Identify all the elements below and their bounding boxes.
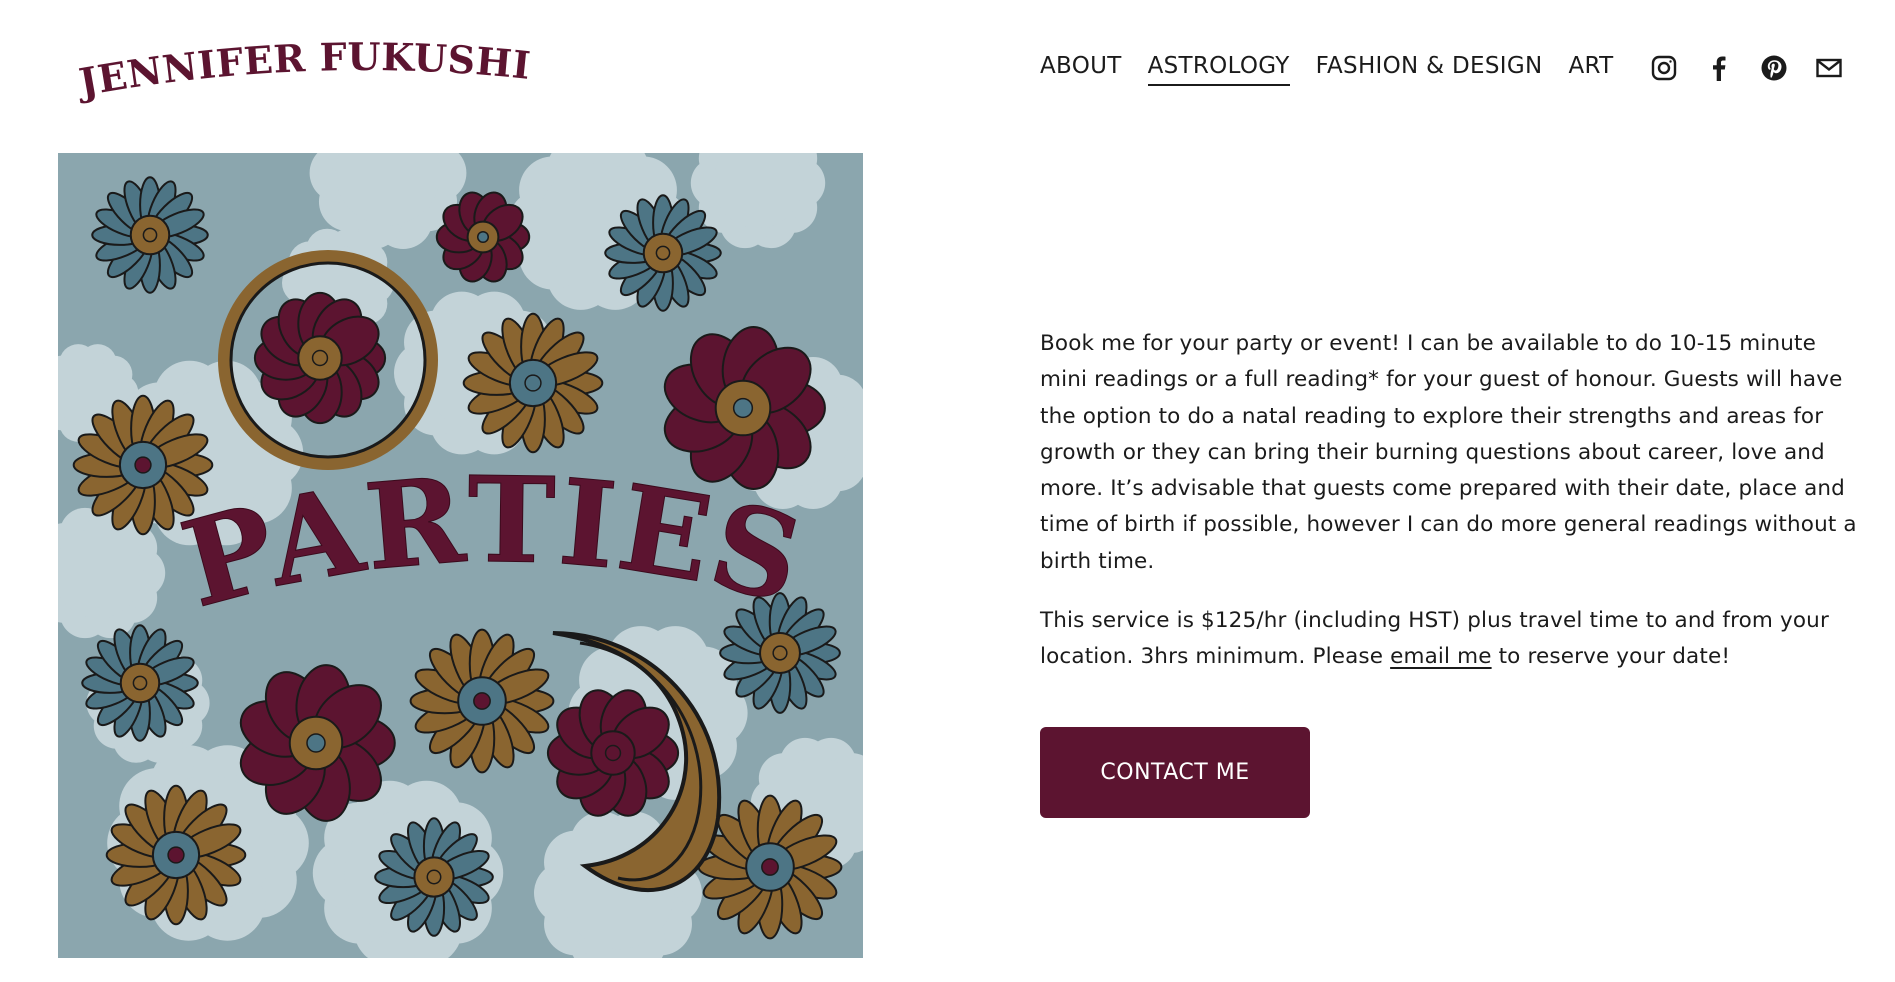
flower-shape — [81, 624, 199, 742]
nav-item-about[interactable]: ABOUT — [1040, 52, 1122, 86]
site-title-logo[interactable]: JENNIFER FUKUSHIMA — [59, 4, 540, 110]
flower-shape — [105, 784, 247, 926]
site-title-textpath: JENNIFER FUKUSHIMA — [59, 4, 533, 105]
mail-icon[interactable] — [1815, 54, 1843, 82]
flower-shape — [374, 817, 494, 937]
facebook-icon[interactable] — [1705, 54, 1733, 82]
email-me-link[interactable]: email me — [1390, 644, 1492, 669]
flower-shape — [462, 312, 604, 454]
main-nav: ABOUT ASTROLOGY FASHION & DESIGN ART — [1040, 52, 1613, 86]
parties-illustration: PARTIES — [58, 153, 863, 958]
description-paragraph: Book me for your party or event! I can b… — [1040, 331, 1857, 574]
nav-item-astrology[interactable]: ASTROLOGY — [1147, 52, 1290, 86]
nav-item-fashion-design[interactable]: FASHION & DESIGN — [1316, 52, 1543, 86]
pricing-paragraph: This service is $125/hr (including HST) … — [1040, 603, 1860, 676]
flower-shape — [91, 176, 209, 294]
instagram-icon[interactable] — [1650, 54, 1678, 82]
flower-shape — [604, 194, 722, 312]
service-description: Book me for your party or event! I can b… — [1040, 326, 1860, 699]
nav-item-art[interactable]: ART — [1568, 52, 1613, 86]
social-links — [1650, 54, 1843, 82]
pricing-text-end: to reserve your date! — [1491, 644, 1731, 670]
site-title-text: JENNIFER FUKUSHIMA — [59, 4, 533, 105]
flower-shape — [409, 628, 555, 774]
pinterest-icon[interactable] — [1760, 54, 1788, 82]
contact-me-button[interactable]: CONTACT ME — [1040, 727, 1310, 818]
